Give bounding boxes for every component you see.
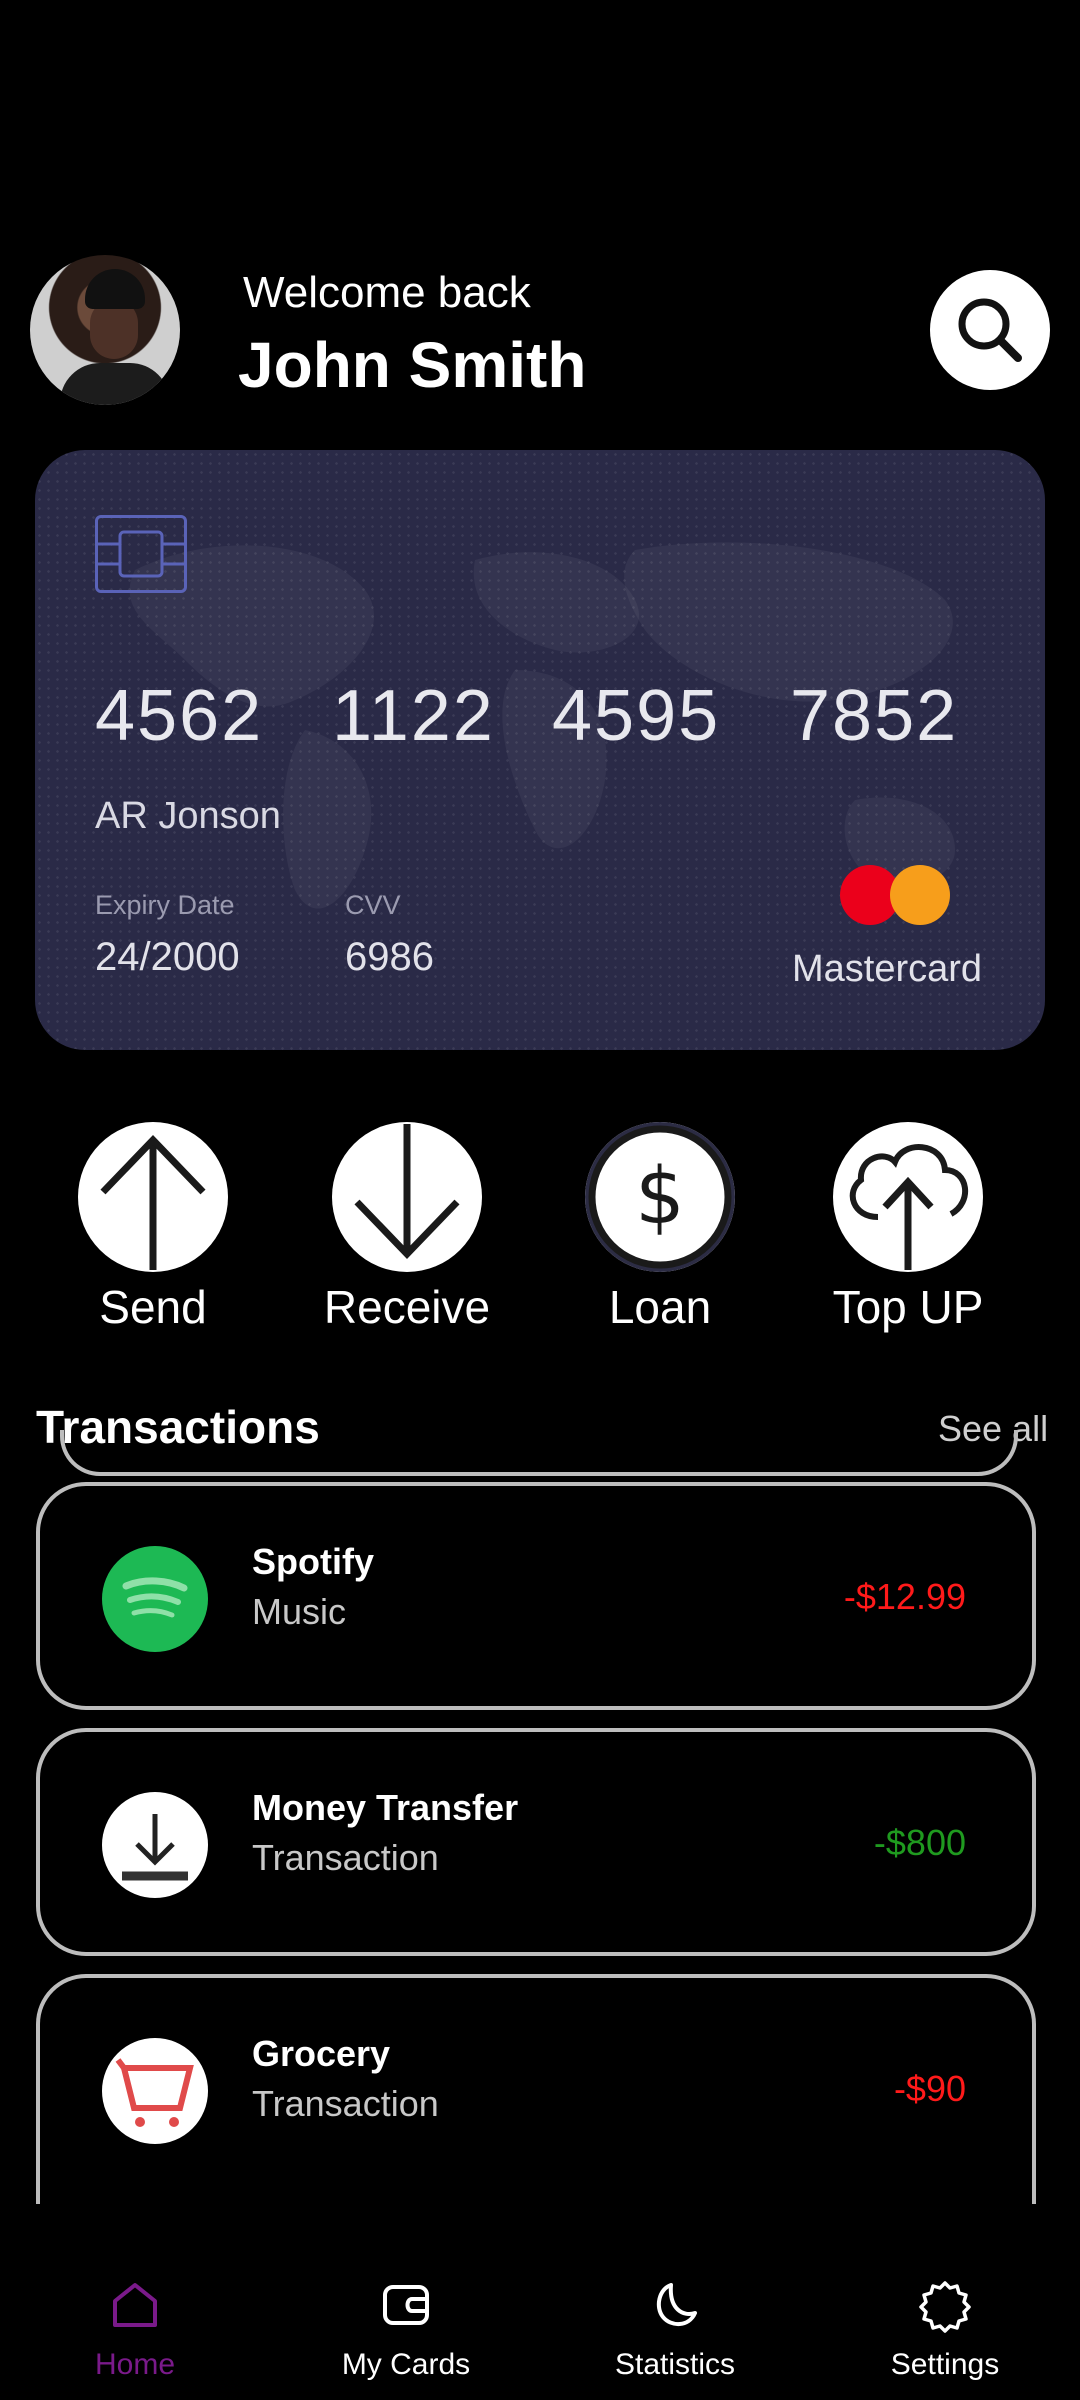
transaction-amount: -$90 xyxy=(893,2068,966,2109)
wallet-icon xyxy=(296,2270,516,2340)
bank-card[interactable]: 4562 1122 4595 7852 AR Jonson Expiry Dat… xyxy=(35,450,1045,1050)
transaction-card-partial xyxy=(60,1430,1018,1476)
transaction-category: Transaction xyxy=(252,1837,439,1878)
nav-item-statistics[interactable]: Statistics xyxy=(565,2270,785,2382)
cvv-value: 6986 xyxy=(345,935,434,979)
nav-item-settings[interactable]: Settings xyxy=(835,2270,1055,2382)
spotify-icon xyxy=(102,1546,208,1652)
loan-button[interactable]: $ Loan xyxy=(555,1122,765,1334)
card-number-group-1: 4562 xyxy=(95,676,264,756)
top-up-circle xyxy=(833,1122,983,1272)
send-circle xyxy=(78,1122,228,1272)
mastercard-logo-orange-circle xyxy=(890,865,950,925)
nav-label-settings: Settings xyxy=(890,2348,1000,2381)
search-icon xyxy=(958,298,1022,362)
loan-circle: $ xyxy=(585,1122,735,1272)
transaction-item[interactable]: Money Transfer Transaction -$800 xyxy=(36,1728,1036,1956)
welcome-text: Welcome back xyxy=(243,268,531,317)
arrow-down-icon xyxy=(354,1124,460,1260)
card-number-group-3: 4595 xyxy=(552,676,721,756)
card-holder-name: AR Jonson xyxy=(95,795,281,837)
home-icon xyxy=(25,2270,245,2340)
cvv-label: CVV xyxy=(345,890,401,920)
transaction-amount: -$12.99 xyxy=(843,1576,966,1617)
transaction-name: Money Transfer xyxy=(252,1787,519,1828)
transaction-category: Transaction xyxy=(252,2083,439,2124)
transaction-name: Grocery xyxy=(252,2033,391,2074)
loan-label: Loan xyxy=(608,1281,712,1333)
send-label: Send xyxy=(99,1281,207,1333)
send-button[interactable]: Send xyxy=(48,1122,258,1334)
transaction-item[interactable]: Spotify Music -$12.99 xyxy=(36,1482,1036,1710)
transaction-amount: -$800 xyxy=(873,1822,966,1863)
nav-item-home[interactable]: Home xyxy=(25,2270,245,2382)
expiry-value: 24/2000 xyxy=(95,935,240,979)
top-up-label: Top UP xyxy=(832,1281,984,1333)
card-number-group-2: 1122 xyxy=(332,676,495,756)
receive-button[interactable]: Receive xyxy=(302,1122,512,1334)
cloud-upload-icon xyxy=(849,1144,969,1270)
card-number-group-4: 7852 xyxy=(790,676,959,756)
transaction-category: Music xyxy=(252,1591,347,1632)
svg-text:$: $ xyxy=(635,1152,685,1242)
search-button[interactable] xyxy=(930,270,1050,390)
transaction-name: Spotify xyxy=(252,1541,374,1582)
nav-label-home: Home xyxy=(94,2348,176,2381)
download-icon xyxy=(102,1792,208,1898)
user-name: John Smith xyxy=(238,329,587,401)
avatar[interactable] xyxy=(30,255,180,405)
arrow-up-icon xyxy=(100,1134,206,1270)
nav-item-my-cards[interactable]: My Cards xyxy=(296,2270,516,2382)
moon-icon xyxy=(565,2270,785,2340)
card-chip-icon xyxy=(95,515,187,593)
dollar-icon: $ xyxy=(588,1125,732,1269)
avatar-hair xyxy=(85,269,145,309)
avatar-body xyxy=(60,363,170,405)
cart-icon xyxy=(102,2038,208,2144)
transaction-item[interactable]: Grocery Transaction -$90 xyxy=(36,1974,1036,2204)
receive-label: Receive xyxy=(323,1281,491,1333)
nav-label-statistics: Statistics xyxy=(614,2348,736,2381)
receive-circle xyxy=(332,1122,482,1272)
card-brand: Mastercard xyxy=(792,948,983,990)
nav-label-my-cards: My Cards xyxy=(341,2348,471,2381)
gear-icon xyxy=(835,2270,1055,2340)
top-up-button[interactable]: Top UP xyxy=(803,1122,1013,1334)
expiry-label: Expiry Date xyxy=(95,890,235,920)
